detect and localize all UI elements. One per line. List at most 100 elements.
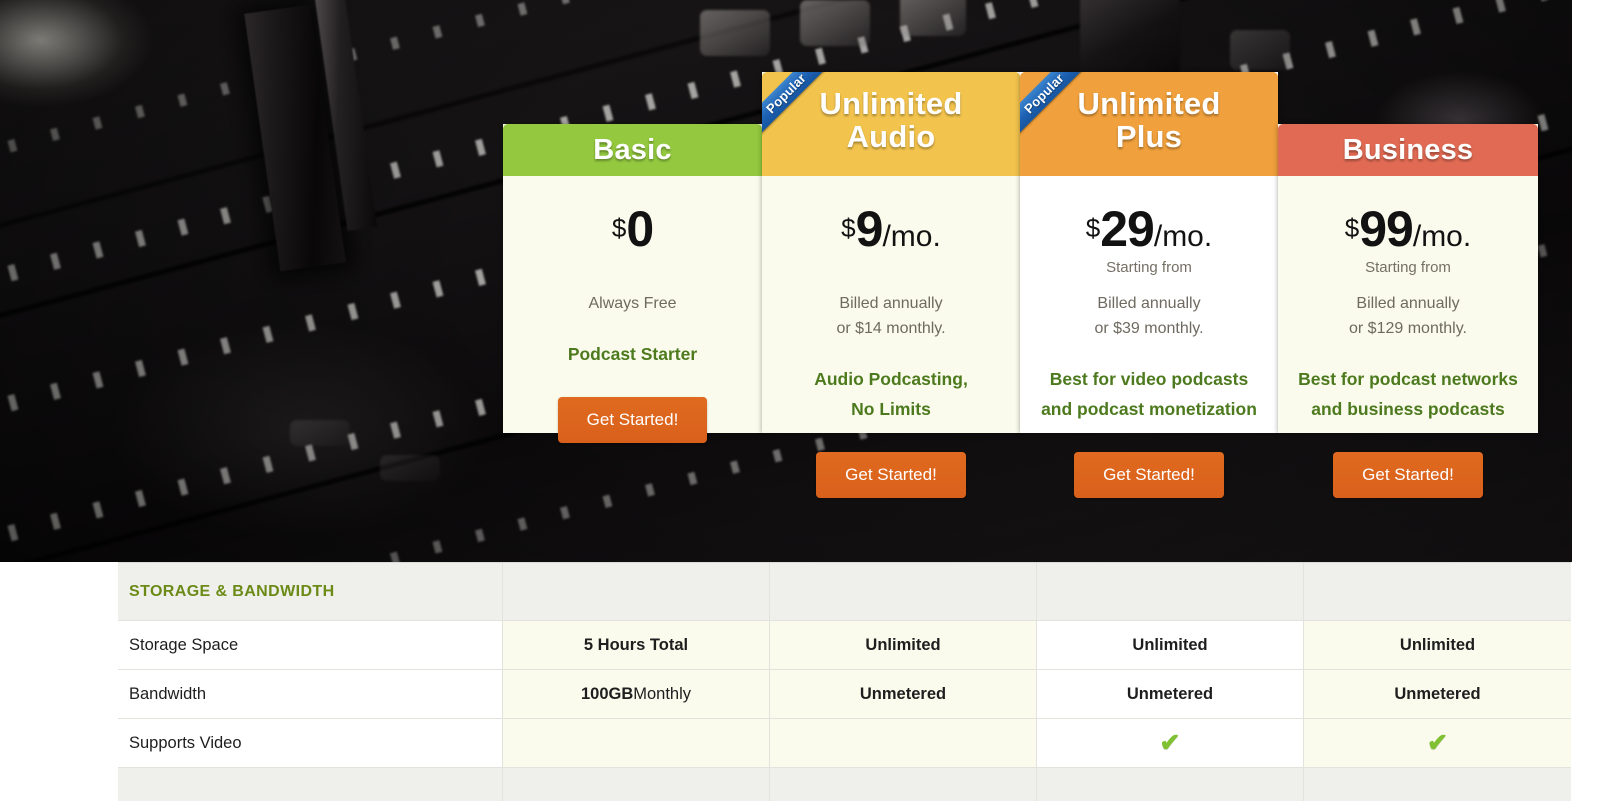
- price-block-unlimited-plus: $29/mo. Starting from Billed annually or…: [1020, 176, 1278, 364]
- card-header-business: Business: [1278, 124, 1538, 176]
- section-spacer-basic: [503, 563, 770, 621]
- value-strong: Unmetered: [1126, 684, 1214, 703]
- tagline-block-unlimited-audio: Audio Podcasting, No Limits: [762, 364, 1020, 424]
- price-period: /mo.: [1153, 220, 1213, 253]
- check-icon: ✔: [1427, 728, 1448, 757]
- cta-wrap-basic: Get Started!: [503, 369, 762, 443]
- billing-note-line2: or $39 monthly.: [1094, 319, 1204, 337]
- plan-name-unlimited-plus: Unlimited Plus: [1020, 87, 1278, 153]
- billing-note-business: Billed annually or $129 monthly.: [1288, 292, 1528, 342]
- currency-symbol: $: [1085, 213, 1101, 243]
- starting-from-label: Starting from: [1365, 259, 1451, 276]
- pricing-card-basic[interactable]: Basic $0 Always Free Podcast Starter Get…: [503, 124, 762, 443]
- tagline-line-1: Best for podcast networks: [1298, 368, 1518, 389]
- section-title-next: [118, 768, 503, 801]
- value-strong: Unmetered: [859, 684, 947, 703]
- plan-name-basic: Basic: [593, 134, 672, 166]
- card-body-business: $99/mo. Starting from Billed annually or…: [1278, 176, 1538, 498]
- billing-note-unlimited-audio: Billed annually or $14 monthly.: [772, 292, 1010, 342]
- table-row: Storage Space 5 Hours Total Unlimited Un…: [118, 621, 1571, 670]
- value-strong: Unmetered: [1394, 684, 1481, 703]
- feature-label: Bandwidth: [118, 670, 503, 719]
- check-icon: ✔: [1159, 728, 1181, 757]
- pricing-card-unlimited-plus[interactable]: Popular Unlimited Plus $29/mo. Starting …: [1020, 72, 1278, 498]
- feature-value-unlimited-audio: [770, 719, 1037, 768]
- tagline-line-1: Podcast Starter: [567, 343, 698, 364]
- feature-value-business: Unmetered: [1304, 670, 1571, 719]
- pricing-card-unlimited-audio[interactable]: Popular Unlimited Audio $9/mo. Billed an…: [762, 72, 1020, 498]
- billing-note-line1: Billed annually: [1097, 295, 1201, 312]
- feature-value-business: ✔: [1304, 719, 1571, 768]
- card-header-unlimited-audio: Popular Unlimited Audio: [762, 72, 1020, 176]
- feature-value-basic: 100GB Monthly: [503, 670, 770, 719]
- cta-wrap-unlimited-audio: Get Started!: [762, 424, 1020, 498]
- price-period: /mo.: [1412, 220, 1472, 253]
- price-block-basic: $0 Always Free: [503, 176, 762, 339]
- section-spacer-unlimited-plus: [1037, 563, 1304, 621]
- feature-value-unlimited-audio: Unlimited: [770, 621, 1037, 670]
- value-strong: 100GB: [580, 684, 634, 703]
- card-header-basic: Basic: [503, 124, 762, 176]
- feature-value-unlimited-plus: Unmetered: [1037, 670, 1304, 719]
- billing-note-line1: Always Free: [588, 295, 677, 312]
- price-period: /mo.: [882, 220, 941, 253]
- plan-name-line2: Plus: [1115, 119, 1183, 155]
- tagline-line-2: No Limits: [851, 398, 931, 419]
- feature-label: Storage Space: [118, 621, 503, 670]
- get-started-button-basic[interactable]: Get Started!: [557, 396, 708, 443]
- tagline-line-2: and business podcasts: [1311, 398, 1505, 419]
- value-strong: Unlimited: [1399, 635, 1476, 654]
- billing-note-basic: Always Free: [513, 292, 752, 317]
- card-body-unlimited-plus: $29/mo. Starting from Billed annually or…: [1020, 176, 1278, 498]
- get-started-button-business[interactable]: Get Started!: [1333, 451, 1483, 498]
- pricing-card-business[interactable]: Business $99/mo. Starting from Billed an…: [1278, 124, 1538, 498]
- price-line-unlimited-audio: $9/mo.: [772, 200, 1010, 258]
- billing-note-line2: or $129 monthly.: [1349, 319, 1467, 337]
- value-strong: 5 Hours Total: [583, 635, 689, 654]
- cta-wrap-unlimited-plus: Get Started!: [1020, 424, 1278, 498]
- billing-note-line1: Billed annually: [839, 295, 943, 312]
- feature-comparison-table: STORAGE & BANDWIDTH Storage Space 5 Hour…: [118, 562, 1571, 801]
- currency-symbol: $: [611, 213, 627, 243]
- section-spacer-unlimited-audio: [770, 563, 1037, 621]
- tagline-line-2: and podcast monetization: [1041, 398, 1257, 419]
- section-spacer-unlimited-plus: [1037, 768, 1304, 801]
- card-header-unlimited-plus: Popular Unlimited Plus: [1020, 72, 1278, 176]
- price-line-unlimited-plus: $29/mo.: [1030, 200, 1268, 258]
- feature-value-basic: 5 Hours Total: [503, 621, 770, 670]
- price-amount: 29: [1100, 201, 1155, 257]
- cta-wrap-business: Get Started!: [1278, 424, 1538, 498]
- table-section-header-row-next: [118, 768, 1571, 801]
- table-row: Supports Video ✔ ✔: [118, 719, 1571, 768]
- price-amount: 0: [626, 201, 654, 257]
- tagline-block-business: Best for podcast networks and business p…: [1278, 364, 1538, 424]
- billing-note-line2: or $14 monthly.: [836, 319, 946, 337]
- currency-symbol: $: [1344, 213, 1360, 243]
- price-amount: 9: [855, 201, 884, 257]
- section-spacer-unlimited-audio: [770, 768, 1037, 801]
- tagline-line-1: Best for video podcasts: [1049, 368, 1249, 389]
- billing-note-unlimited-plus: Billed annually or $39 monthly.: [1030, 292, 1268, 342]
- table-section-header-row: STORAGE & BANDWIDTH: [118, 563, 1571, 621]
- feature-value-business: Unlimited: [1304, 621, 1571, 670]
- plan-name-business: Business: [1342, 134, 1474, 166]
- billing-note-line1: Billed annually: [1356, 295, 1460, 312]
- price-line-basic: $0: [513, 200, 752, 258]
- value-strong: Unlimited: [1132, 635, 1208, 654]
- currency-symbol: $: [841, 213, 856, 243]
- price-line-business: $99/mo.: [1288, 200, 1528, 258]
- get-started-button-unlimited-plus[interactable]: Get Started!: [1074, 451, 1224, 498]
- plan-name-line2: Audio: [846, 119, 936, 155]
- section-spacer-basic: [503, 768, 770, 801]
- feature-value-unlimited-plus: ✔: [1037, 719, 1304, 768]
- value-strong: Unlimited: [865, 635, 941, 654]
- plan-name-unlimited-audio: Unlimited Audio: [762, 87, 1020, 153]
- card-body-unlimited-audio: $9/mo. Billed annually or $14 monthly. A…: [762, 176, 1020, 498]
- tagline-block-unlimited-plus: Best for video podcasts and podcast mone…: [1020, 364, 1278, 424]
- feature-value-basic: [503, 719, 770, 768]
- get-started-button-unlimited-audio[interactable]: Get Started!: [816, 451, 966, 498]
- tagline-line-1: Audio Podcasting,: [814, 368, 968, 389]
- section-spacer-business: [1304, 563, 1571, 621]
- table-row: Bandwidth 100GB Monthly Unmetered Unmete…: [118, 670, 1571, 719]
- feature-value-unlimited-audio: Unmetered: [770, 670, 1037, 719]
